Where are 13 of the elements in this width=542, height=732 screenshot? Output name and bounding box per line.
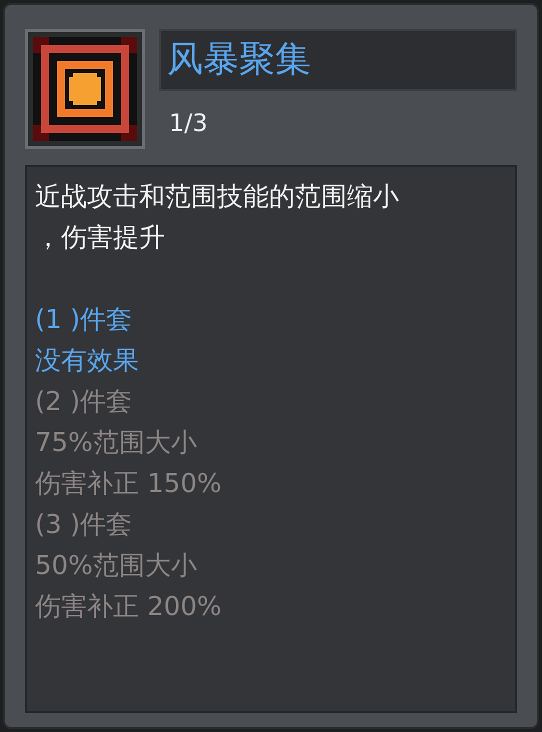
set-effect: 伤害补正 200% xyxy=(35,591,222,624)
set-heading: (2 )件套 xyxy=(35,386,132,419)
set-effect: 伤害补正 150% xyxy=(35,468,222,501)
item-count: 1/3 xyxy=(169,108,208,139)
set-heading: (3 )件套 xyxy=(35,509,132,542)
description-text: ，伤害提升 xyxy=(35,222,165,255)
item-title: 风暴聚集 xyxy=(159,29,517,91)
set-effect: 50%范围大小 xyxy=(35,550,197,583)
description-text: 近战攻击和范围技能的范围缩小 xyxy=(35,181,399,214)
target-icon xyxy=(33,37,137,141)
set-effect: 没有效果 xyxy=(35,345,139,378)
set-effect: 75%范围大小 xyxy=(35,427,197,460)
set-heading: (1 )件套 xyxy=(35,304,132,337)
